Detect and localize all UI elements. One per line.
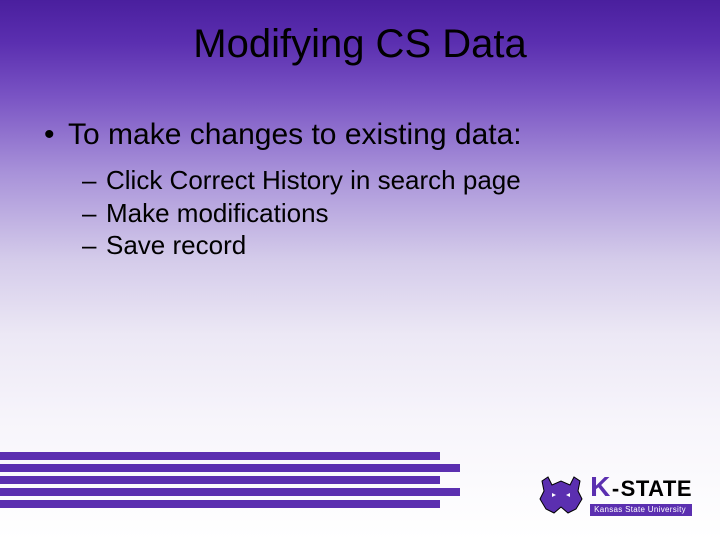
wildcat-icon (538, 475, 584, 515)
bullet-level-2: – Make modifications (82, 197, 682, 230)
bullet-text: To make changes to existing data: (68, 118, 522, 152)
slide: Modifying CS Data • To make changes to e… (0, 0, 720, 540)
decorative-bar (0, 500, 440, 508)
bullet-text: Make modifications (106, 197, 329, 230)
kstate-logo: K - STATE Kansas State University (538, 473, 692, 516)
decorative-bar (0, 488, 460, 496)
slide-content: • To make changes to existing data: – Cl… (38, 118, 682, 262)
logo-k: K (590, 473, 611, 501)
bullet-text: Save record (106, 229, 246, 262)
bullet-marker: • (38, 118, 68, 152)
footer-decorative-bars (0, 452, 460, 512)
logo-dash: - (612, 478, 620, 500)
logo-state: STATE (621, 478, 692, 500)
logo-text: K - STATE Kansas State University (590, 473, 692, 516)
bullet-marker: – (82, 229, 106, 262)
logo-wordmark: K - STATE (590, 473, 692, 501)
slide-title: Modifying CS Data (0, 22, 720, 67)
bullet-marker: – (82, 164, 106, 197)
bullet-marker: – (82, 197, 106, 230)
logo-university-bar: Kansas State University (590, 504, 692, 516)
bullet-level-2: – Save record (82, 229, 682, 262)
decorative-bar (0, 452, 440, 460)
decorative-bar (0, 476, 440, 484)
decorative-bar (0, 464, 460, 472)
bullet-level-2: – Click Correct History in search page (82, 164, 682, 197)
bullet-level-1: • To make changes to existing data: (38, 118, 682, 152)
bullet-text: Click Correct History in search page (106, 164, 521, 197)
